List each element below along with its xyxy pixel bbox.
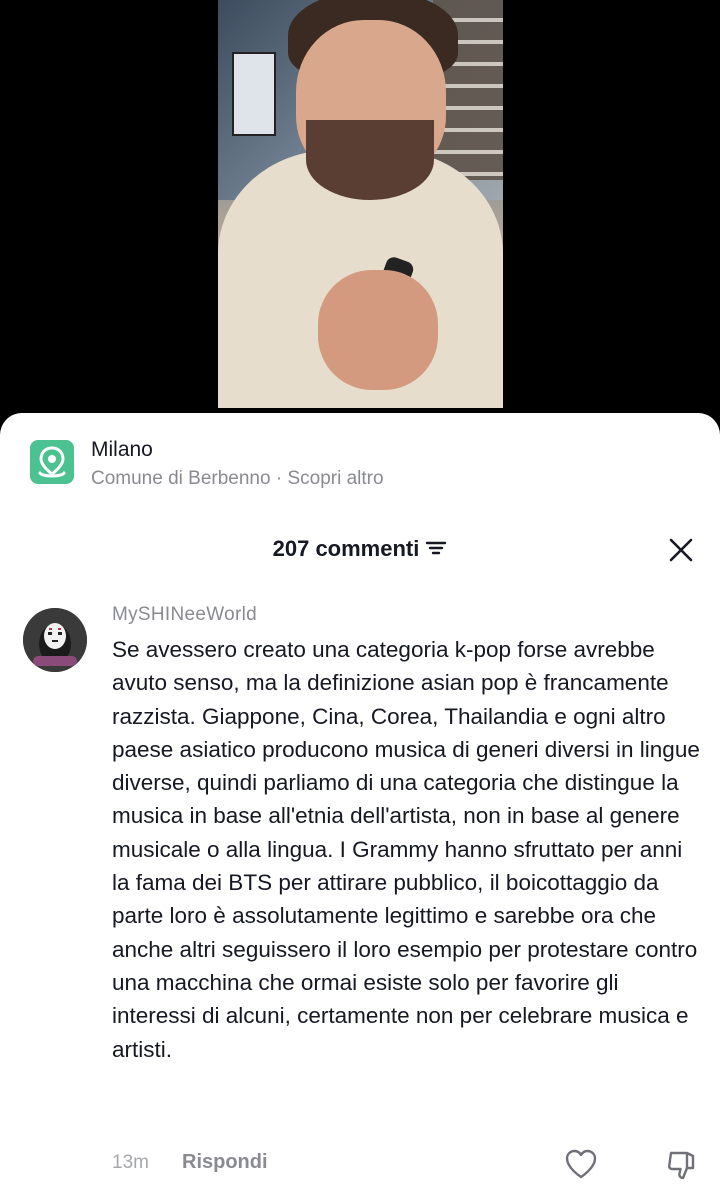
comments-header: 207 commenti xyxy=(0,528,720,568)
comments-count-label: 207 commenti xyxy=(272,536,420,561)
comment-timestamp: 13m xyxy=(112,1152,149,1173)
location-row[interactable]: Milano Comune di Berbenno · Scopri altro xyxy=(0,413,720,508)
comment-text: Se avessero creato una categoria k-pop f… xyxy=(112,637,700,1062)
heart-icon[interactable] xyxy=(564,1148,598,1180)
location-subtitle[interactable]: Comune di Berbenno · Scopri altro xyxy=(91,468,384,490)
video-thumbnail[interactable] xyxy=(218,0,503,408)
comment-item: MySHINeeWorld Se avessero creato una cat… xyxy=(0,598,720,1198)
location-pin-icon xyxy=(30,440,74,484)
thumbs-down-icon[interactable] xyxy=(665,1148,699,1182)
location-title: Milano xyxy=(91,438,153,461)
close-icon[interactable] xyxy=(666,535,696,565)
like-button[interactable] xyxy=(564,1148,598,1180)
video-poster xyxy=(232,52,276,136)
avatar[interactable] xyxy=(23,608,87,672)
comments-sheet: Milano Comune di Berbenno · Scopri altro… xyxy=(0,413,720,1200)
comment-username[interactable]: MySHINeeWorld xyxy=(112,604,257,626)
video-area[interactable] xyxy=(0,0,720,425)
dislike-button[interactable] xyxy=(665,1148,699,1182)
comments-count-sort[interactable]: 207 commenti xyxy=(0,536,720,563)
comment-footer: 13m Rispondi xyxy=(112,1148,702,1184)
reply-button[interactable]: Rispondi xyxy=(182,1151,268,1174)
video-person-beard xyxy=(306,120,434,200)
video-person-hand xyxy=(318,270,438,390)
sort-icon[interactable] xyxy=(425,537,447,563)
close-button[interactable] xyxy=(666,535,696,565)
